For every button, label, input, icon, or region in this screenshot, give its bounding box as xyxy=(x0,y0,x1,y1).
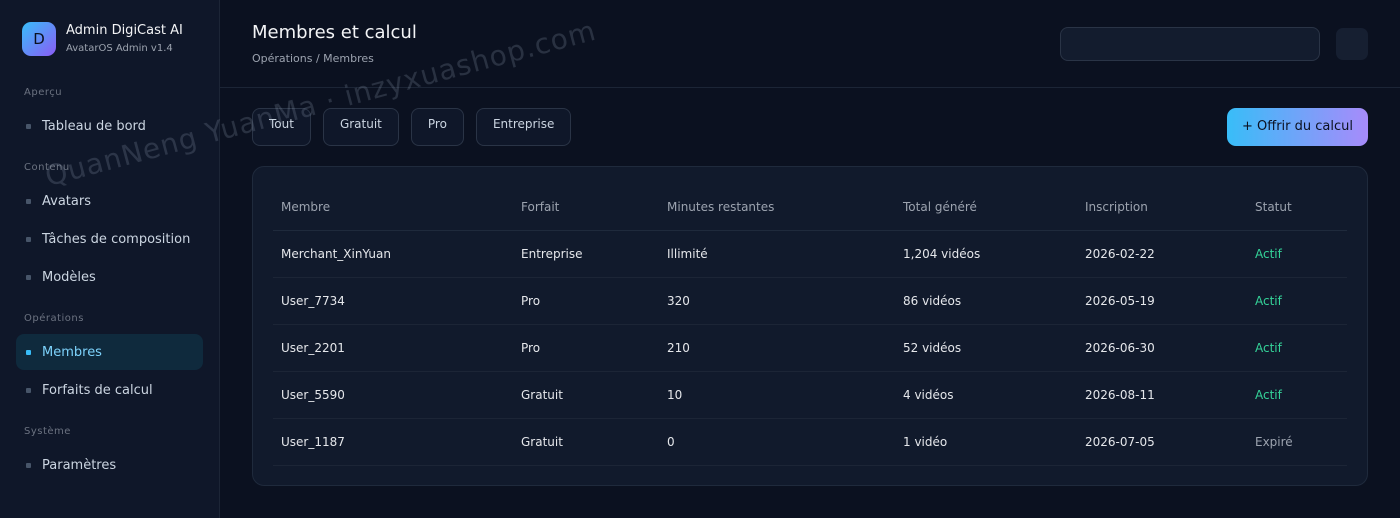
nav-group-contenu: Contenu Avatars Tâches de composition Mo… xyxy=(16,159,203,295)
status-badge: Actif xyxy=(1247,277,1347,325)
bullet-icon xyxy=(26,349,31,355)
status-badge: Actif xyxy=(1247,324,1347,372)
sidebar-item-composition-tasks[interactable]: Tâches de composition xyxy=(16,221,203,257)
filter-toolbar: Tout Gratuit Pro Entreprise + Offrir du … xyxy=(220,88,1400,166)
filter-enterprise[interactable]: Entreprise xyxy=(475,108,572,146)
cell-member: User_5590 xyxy=(273,371,513,419)
sidebar-item-label: Paramètres xyxy=(42,457,117,473)
column-header-status[interactable]: Statut xyxy=(1247,185,1347,231)
bullet-icon xyxy=(26,274,31,280)
filter-pro[interactable]: Pro xyxy=(410,108,464,146)
status-badge: Expiré xyxy=(1247,418,1347,466)
cell-plan: Gratuit xyxy=(513,418,659,466)
cell-total: 1,204 vidéos xyxy=(895,230,1077,278)
page-header: Membres et calcul Opérations / Membres xyxy=(220,0,1400,88)
sidebar-item-label: Membres xyxy=(42,344,102,360)
bullet-icon xyxy=(26,462,31,468)
cell-total: 86 vidéos xyxy=(895,277,1077,325)
cell-minutes: 320 xyxy=(659,277,895,325)
table-row[interactable]: Merchant_XinYuan Entreprise Illimité 1,2… xyxy=(273,230,1347,278)
sidebar: D Admin DigiCast AI AvatarOS Admin v1.4 … xyxy=(0,0,220,518)
filter-all[interactable]: Tout xyxy=(252,108,311,146)
table-row[interactable]: User_2201 Pro 210 52 vidéos 2026-06-30 A… xyxy=(273,324,1347,372)
brand: D Admin DigiCast AI AvatarOS Admin v1.4 xyxy=(22,22,203,56)
cell-joined: 2026-06-30 xyxy=(1077,324,1247,372)
nav-group-operations: Opérations Membres Forfaits de calcul xyxy=(16,310,203,408)
cell-total: 4 vidéos xyxy=(895,371,1077,419)
cell-minutes: 210 xyxy=(659,324,895,372)
cell-minutes: 0 xyxy=(659,418,895,466)
sidebar-item-label: Avatars xyxy=(42,193,91,209)
table-row[interactable]: User_7734 Pro 320 86 vidéos 2026-05-19 A… xyxy=(273,277,1347,325)
sidebar-item-label: Modèles xyxy=(42,269,96,285)
offer-compute-button[interactable]: + Offrir du calcul xyxy=(1227,108,1368,146)
brand-title: Admin DigiCast AI xyxy=(66,22,183,38)
members-table: Membre Forfait Minutes restantes Total g… xyxy=(273,185,1347,466)
cell-member: User_2201 xyxy=(273,324,513,372)
status-badge: Actif xyxy=(1247,371,1347,419)
bullet-icon xyxy=(26,123,31,129)
sidebar-item-label: Forfaits de calcul xyxy=(42,382,153,398)
cell-plan: Pro xyxy=(513,324,659,372)
cell-member: User_1187 xyxy=(273,418,513,466)
cell-plan: Gratuit xyxy=(513,371,659,419)
table-header-row: Membre Forfait Minutes restantes Total g… xyxy=(273,185,1347,231)
sidebar-item-dashboard[interactable]: Tableau de bord xyxy=(16,108,203,144)
app: D Admin DigiCast AI AvatarOS Admin v1.4 … xyxy=(0,0,1400,518)
bullet-icon xyxy=(26,198,31,204)
cell-joined: 2026-05-19 xyxy=(1077,277,1247,325)
column-header-plan[interactable]: Forfait xyxy=(513,185,659,231)
sidebar-item-templates[interactable]: Modèles xyxy=(16,259,203,295)
cell-minutes: Illimité xyxy=(659,230,895,278)
sidebar-item-label: Tâches de composition xyxy=(42,231,191,247)
sidebar-item-avatars[interactable]: Avatars xyxy=(16,183,203,219)
cell-joined: 2026-02-22 xyxy=(1077,230,1247,278)
nav-section-label: Opérations xyxy=(24,313,84,324)
cell-total: 1 vidéo xyxy=(895,418,1077,466)
header-action-button[interactable] xyxy=(1336,28,1368,60)
column-header-joined[interactable]: Inscription xyxy=(1077,185,1247,231)
brand-logo: D xyxy=(22,22,56,56)
sidebar-item-settings[interactable]: Paramètres xyxy=(16,447,203,483)
nav-group-systeme: Système Paramètres xyxy=(16,423,203,483)
nav-section-label: Aperçu xyxy=(24,87,63,98)
column-header-minutes[interactable]: Minutes restantes xyxy=(659,185,895,231)
sidebar-item-members[interactable]: Membres xyxy=(16,334,203,370)
bullet-icon xyxy=(26,387,31,393)
table-row[interactable]: User_5590 Gratuit 10 4 vidéos 2026-08-11… xyxy=(273,371,1347,419)
search-input[interactable] xyxy=(1060,27,1320,61)
column-header-total[interactable]: Total généré xyxy=(895,185,1077,231)
cell-member: User_7734 xyxy=(273,277,513,325)
filter-free[interactable]: Gratuit xyxy=(322,108,399,146)
cell-joined: 2026-08-11 xyxy=(1077,371,1247,419)
nav-group-apercu: Aperçu Tableau de bord xyxy=(16,84,203,144)
nav-section-label: Système xyxy=(24,426,71,437)
status-badge: Actif xyxy=(1247,230,1347,278)
column-header-member[interactable]: Membre xyxy=(273,185,513,231)
cell-member: Merchant_XinYuan xyxy=(273,230,513,278)
nav-section-label: Contenu xyxy=(24,162,70,173)
cell-minutes: 10 xyxy=(659,371,895,419)
brand-subtitle: AvatarOS Admin v1.4 xyxy=(66,42,173,54)
cell-joined: 2026-07-05 xyxy=(1077,418,1247,466)
cell-plan: Pro xyxy=(513,277,659,325)
cell-total: 52 vidéos xyxy=(895,324,1077,372)
table-row[interactable]: User_1187 Gratuit 0 1 vidéo 2026-07-05 E… xyxy=(273,418,1347,466)
bullet-icon xyxy=(26,236,31,242)
main-content: Membres et calcul Opérations / Membres T… xyxy=(220,0,1400,518)
members-table-card: Membre Forfait Minutes restantes Total g… xyxy=(252,166,1368,486)
sidebar-item-label: Tableau de bord xyxy=(42,118,146,134)
sidebar-item-compute-plans[interactable]: Forfaits de calcul xyxy=(16,372,203,408)
cell-plan: Entreprise xyxy=(513,230,659,278)
